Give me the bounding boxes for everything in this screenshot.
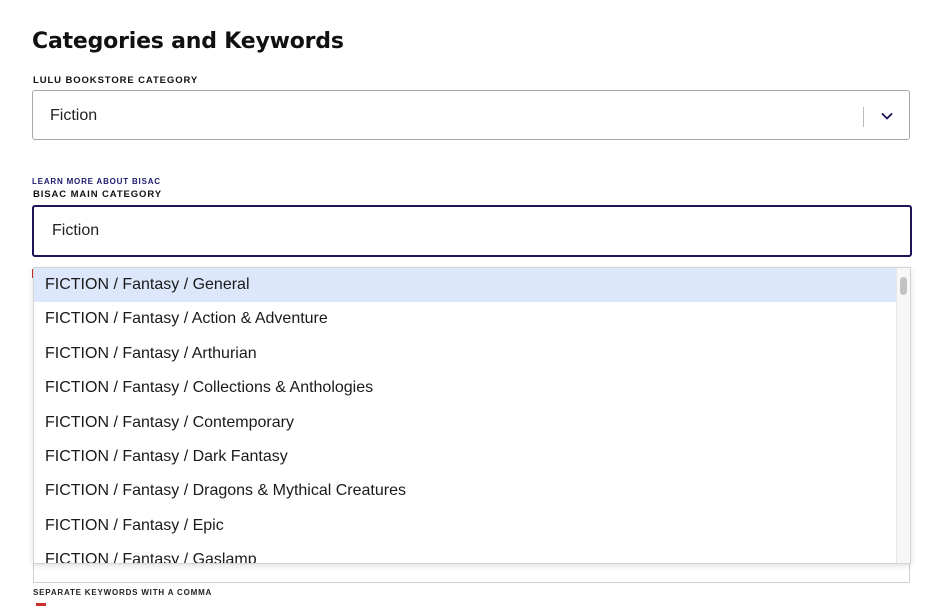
dropdown-option[interactable]: FICTION / Fantasy / Action & Adventure (34, 302, 897, 336)
chevron-down-icon[interactable] (879, 108, 895, 124)
bookstore-category-select[interactable]: Fiction (32, 90, 910, 140)
select-divider (863, 107, 864, 127)
dropdown-option[interactable]: FICTION / Fantasy / Dragons & Mythical C… (34, 474, 897, 508)
dropdown-option[interactable]: FICTION / Fantasy / Contemporary (34, 406, 897, 440)
dropdown-option[interactable]: FICTION / Fantasy / Dark Fantasy (34, 440, 897, 474)
dropdown-scrollbar[interactable] (896, 268, 910, 563)
dropdown-option[interactable]: FICTION / Fantasy / General (34, 268, 897, 302)
bookstore-category-value: Fiction (50, 107, 98, 124)
dropdown-option[interactable]: FICTION / Fantasy / Arthurian (34, 337, 897, 371)
learn-more-bisac-link[interactable]: LEARN MORE ABOUT BISAC (32, 177, 161, 186)
bisac-main-category-label: BISAC MAIN CATEGORY (33, 189, 162, 200)
section-title: Categories and Keywords (32, 29, 344, 54)
scrollbar-thumb[interactable] (900, 277, 907, 295)
dropdown-option[interactable]: FICTION / Fantasy / Epic (34, 509, 897, 543)
categories-keywords-page: Categories and Keywords LULU BOOKSTORE C… (0, 0, 943, 606)
bisac-suggestions-dropdown: FICTION / Fantasy / General FICTION / Fa… (33, 267, 911, 564)
dropdown-option[interactable]: FICTION / Fantasy / Collections & Anthol… (34, 371, 897, 405)
dropdown-option[interactable]: FICTION / Fantasy / Gaslamp (34, 543, 897, 563)
bisac-main-category-input[interactable] (32, 205, 912, 257)
bookstore-category-label: LULU BOOKSTORE CATEGORY (33, 75, 199, 86)
keywords-hint: SEPARATE KEYWORDS WITH A COMMA (33, 588, 213, 597)
